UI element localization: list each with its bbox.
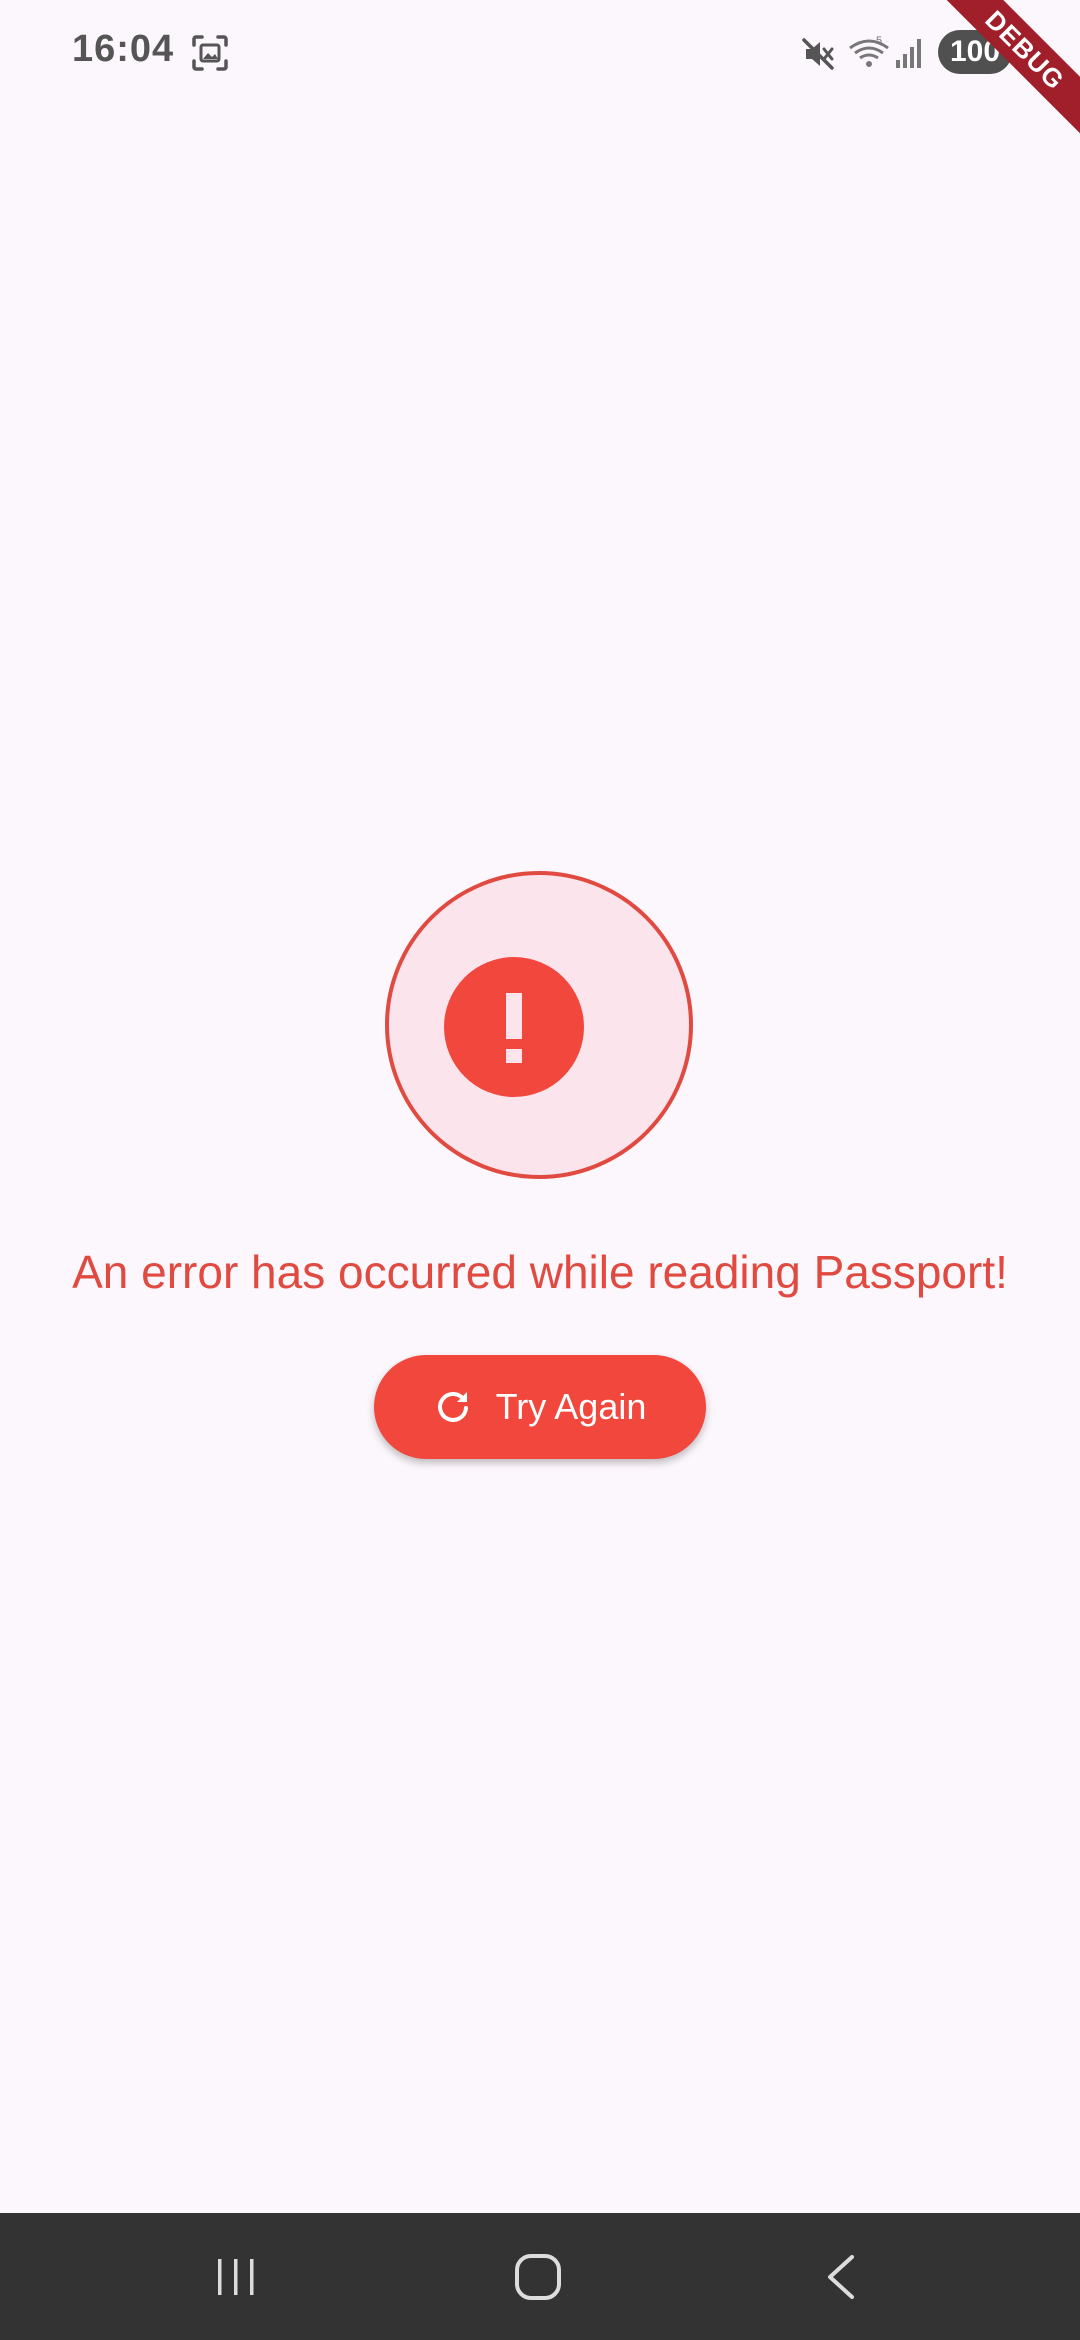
try-again-label: Try Again xyxy=(495,1386,647,1427)
status-bar: 16:04 5 100 xyxy=(0,0,1080,105)
exclamation-icon xyxy=(506,993,522,1063)
home-icon[interactable] xyxy=(513,2252,563,2302)
refresh-icon xyxy=(437,1392,468,1422)
navigation-bar xyxy=(0,2213,1080,2340)
error-message: An error has occurred while reading Pass… xyxy=(72,1246,1008,1298)
signal-icon xyxy=(896,39,921,68)
error-badge xyxy=(444,957,584,1097)
status-time: 16:04 xyxy=(72,28,175,70)
wifi-icon: 5 xyxy=(849,35,889,67)
mute-icon xyxy=(802,38,834,70)
recents-icon[interactable] xyxy=(214,2255,258,2299)
svg-text:5: 5 xyxy=(876,35,882,47)
screenshot-icon xyxy=(192,35,228,71)
back-icon[interactable] xyxy=(822,2253,862,2301)
try-again-button[interactable]: Try Again xyxy=(374,1355,706,1459)
